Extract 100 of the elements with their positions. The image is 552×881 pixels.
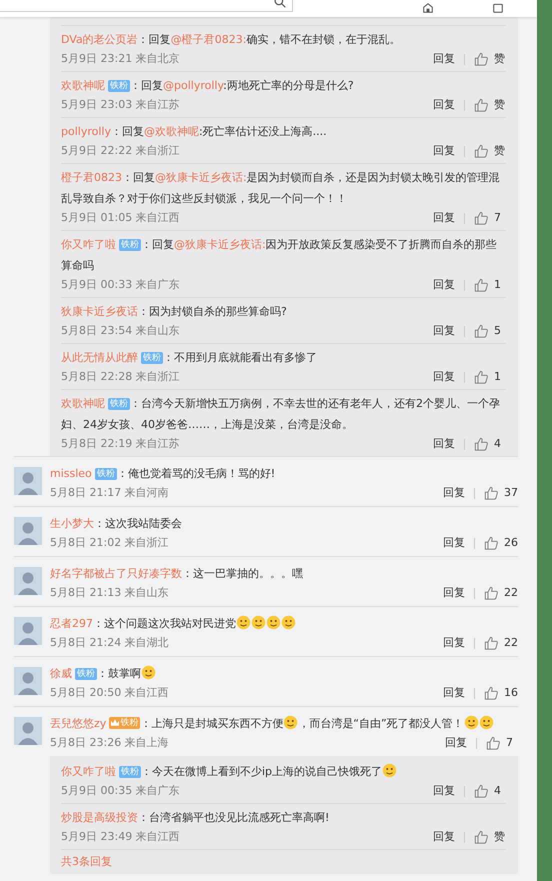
reply-link[interactable]: 回复 (433, 142, 455, 160)
reply-link[interactable]: 回复 (443, 484, 465, 502)
user-name[interactable]: 狄康卡近乡夜话 (61, 305, 138, 318)
like-count: 1 (494, 369, 502, 385)
user-name[interactable]: 从此无情从此醉 (61, 351, 138, 364)
mention-link[interactable]: @狄康卡近乡夜话: (174, 238, 266, 251)
mention-link[interactable]: @pollyrolly (163, 79, 224, 92)
user-name[interactable]: pollyrolly (61, 125, 111, 138)
reply-link[interactable]: 回复 (433, 368, 455, 386)
comment-text: pollyrolly：回复@欢歌神呢:死亡率估计还没上海高.... (61, 124, 328, 140)
reply-link[interactable]: 回复 (443, 584, 465, 602)
post-time: 5月9日 22:22 来自浙江 (61, 143, 180, 159)
avatar[interactable] (14, 717, 42, 745)
thumbs-up-icon[interactable] (474, 278, 488, 292)
like-count: 4 (494, 783, 502, 799)
fan-badge: 铁粉 (109, 716, 140, 728)
thumbs-up-icon[interactable] (486, 736, 500, 750)
post-time: 5月9日 00:33 来自广东 (61, 277, 180, 293)
user-name[interactable]: DVa的老公页岩 (61, 33, 138, 46)
thumbs-up-icon[interactable] (484, 586, 498, 600)
thumbs-up-icon[interactable] (474, 437, 488, 451)
user-name[interactable]: missleo (50, 467, 92, 480)
like-count: 赞 (494, 143, 506, 159)
reply-link[interactable]: 回复 (433, 50, 455, 68)
comment-text: 橙子君0823：回复@狄康卡近乡夜话:是因为封锁而自杀，还是因为封锁太晚引发的管理混乱导致自杀？对于你们这些反封锁派，我见一个问一个！！ (61, 170, 501, 207)
mention-link[interactable]: @橙子君0823: (170, 33, 246, 46)
fan-badge: 铁粉 (119, 239, 141, 251)
reply-link[interactable]: 回复 (433, 322, 455, 340)
user-name[interactable]: 好名字都被占了只好凑字数 (50, 567, 182, 580)
mention-link[interactable]: @欢歌神呢 (144, 125, 199, 138)
user-name[interactable]: 欢歌神呢 (61, 79, 105, 92)
thumbs-up-icon[interactable] (474, 98, 488, 112)
reply-link[interactable]: 回复 (443, 634, 465, 652)
emoji-icon (281, 615, 296, 630)
comment-text: 欢歌神呢 铁粉 ：回复@pollyrolly:两地死亡率的分母是什么? (61, 78, 355, 94)
post-time: 5月9日 23:49 来自江西 (61, 829, 180, 845)
reply-link[interactable]: 回复 (433, 276, 455, 294)
fan-badge: 铁粉 (94, 468, 117, 480)
user-name[interactable]: 炒股是高级投资 (61, 811, 138, 824)
like-count: 赞 (494, 829, 506, 845)
avatar[interactable] (14, 617, 42, 645)
reply-link[interactable]: 回复 (433, 209, 455, 227)
emoji-icon (251, 615, 266, 630)
mention-link[interactable]: @狄康卡近乡夜话: (155, 171, 247, 184)
post-time: 5月8日 22:19 来自江苏 (61, 436, 180, 452)
like-count: 7 (506, 735, 514, 751)
thumbs-up-icon[interactable] (474, 211, 488, 225)
user-name[interactable]: 你又咋了啦 (61, 238, 116, 251)
post-time: 5月9日 23:03 来自江苏 (61, 97, 180, 113)
reply-link[interactable]: 回复 (443, 684, 465, 702)
thumbs-up-icon[interactable] (474, 370, 488, 384)
thumbs-up-icon[interactable] (474, 144, 488, 158)
user-name[interactable]: 欢歌神呢 (61, 397, 105, 410)
user-name[interactable]: 生小梦大 (50, 517, 94, 530)
comment-text: 你又咋了啦 铁粉 ：回复@狄康卡近乡夜话:因为开放政策反复感染受不了折腾而自杀的那些算命吗 (61, 237, 498, 274)
post-time: 5月8日 23:26 来自上海 (50, 735, 169, 751)
post-time: 5月9日 01:05 来自江西 (61, 210, 180, 226)
thumbs-up-icon[interactable] (474, 784, 488, 798)
thumbs-up-icon[interactable] (484, 536, 498, 550)
user-name[interactable]: 丟兒悠悠zy (50, 717, 106, 730)
like-count: 37 (504, 485, 518, 501)
like-count: 4 (494, 436, 502, 452)
post-time: 5月9日 23:21 来自北京 (61, 51, 180, 67)
avatar[interactable] (14, 467, 42, 495)
avatar[interactable] (14, 517, 42, 545)
thumbs-up-icon[interactable] (474, 324, 488, 338)
more-replies-link[interactable]: 共3条回复 (61, 855, 112, 868)
post-time: 5月8日 20:50 来自江西 (50, 685, 169, 701)
fan-badge: 铁粉 (75, 668, 97, 680)
thumbs-up-icon[interactable] (484, 486, 498, 500)
reply-link[interactable]: 回复 (433, 828, 455, 846)
thumbs-up-icon[interactable] (484, 636, 498, 650)
avatar[interactable] (14, 567, 42, 595)
comment-text: 徐威 铁粉 ：鼓掌啊 (50, 663, 518, 684)
like-count: 赞 (494, 97, 506, 113)
reply-link[interactable]: 回复 (433, 96, 455, 114)
home-icon[interactable] (422, 3, 434, 13)
thumbs-up-icon[interactable] (474, 52, 488, 66)
comment-text: 炒股是高级投资：台湾省躺平也没见比流感死亡率高啊! (61, 810, 330, 826)
like-count: 赞 (494, 51, 506, 67)
reply-link[interactable]: 回复 (443, 534, 465, 552)
like-count: 5 (494, 323, 502, 339)
comment-text: 你又咋了啦 铁粉 ：今天在微博上看到不少ip上海的说自己快饿死了 (61, 761, 506, 782)
emoji-icon (141, 665, 156, 680)
reply-link[interactable]: 回复 (445, 734, 467, 752)
reply-link[interactable]: 回复 (433, 782, 455, 800)
user-name[interactable]: 徐威 (50, 667, 72, 680)
user-name[interactable]: 橙子君0823 (61, 171, 122, 184)
avatar[interactable] (14, 667, 42, 695)
comment-text: 忍者297：这个问题这次我站对民进党 (50, 613, 518, 634)
user-name[interactable]: 忍者297 (50, 617, 93, 630)
fan-badge: 铁粉 (108, 80, 130, 92)
thumbs-up-icon[interactable] (484, 686, 498, 700)
comment-text: 生小梦大：这次我站陆委会 (50, 516, 183, 532)
post-time: 5月8日 21:02 来自浙江 (50, 535, 169, 551)
reply-link[interactable]: 回复 (433, 435, 455, 453)
emoji-icon (236, 615, 251, 630)
user-name[interactable]: 你又咋了啦 (61, 765, 116, 778)
thumbs-up-icon[interactable] (474, 830, 488, 844)
emoji-icon (283, 715, 298, 730)
